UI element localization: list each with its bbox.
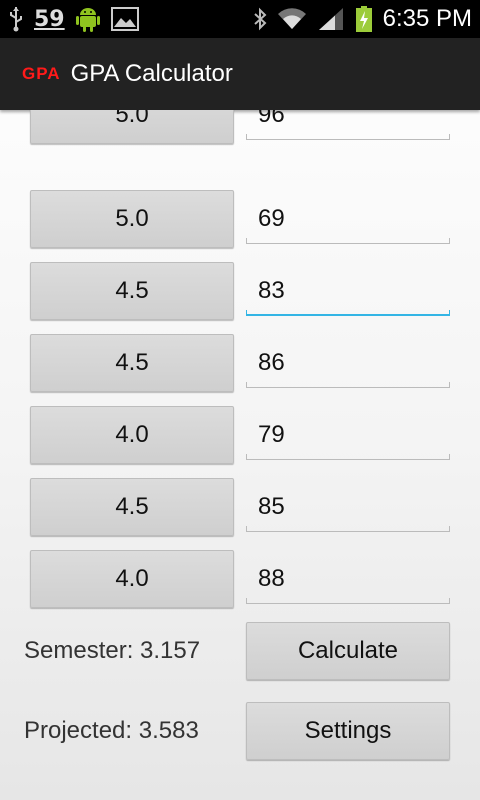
weight-button[interactable]: 4.5 <box>30 478 234 536</box>
weight-button[interactable]: 4.5 <box>30 334 234 392</box>
grade-input[interactable]: 69 <box>246 190 450 248</box>
weight-button[interactable]: 5.0 <box>30 110 234 144</box>
battery-charging-icon <box>355 5 373 33</box>
calculate-button[interactable]: Calculate <box>246 622 450 680</box>
weight-button[interactable]: 4.5 <box>30 262 234 320</box>
grade-input[interactable]: 96 <box>246 110 450 144</box>
semester-gpa-label: Semester: 3.157 <box>24 637 201 664</box>
status-bar: 59 6:35 PM <box>0 0 480 38</box>
course-row: 4.5 86 <box>0 334 480 394</box>
wifi-icon <box>277 7 307 31</box>
status-time: 6:35 PM <box>382 5 472 32</box>
grade-input[interactable]: 88 <box>246 550 450 608</box>
course-row: 4.5 85 <box>0 478 480 538</box>
settings-button[interactable]: Settings <box>246 702 450 760</box>
course-row: 5.0 96 <box>0 110 480 146</box>
course-row: 4.0 88 <box>0 550 480 610</box>
bluetooth-icon <box>253 7 267 31</box>
course-row: 5.0 69 <box>0 190 480 250</box>
signal-icon <box>317 7 345 31</box>
weight-button[interactable]: 4.0 <box>30 550 234 608</box>
grade-input-focused[interactable]: 83 <box>246 262 450 320</box>
course-list[interactable]: 5.0 96 5.0 69 4.5 83 4.5 86 4.0 79 4.5 8… <box>0 110 480 800</box>
grade-input[interactable]: 85 <box>246 478 450 536</box>
app-logo: GPA <box>22 64 61 83</box>
grade-input[interactable]: 86 <box>246 334 450 392</box>
notification-count: 59 <box>34 6 65 32</box>
android-icon <box>75 5 101 33</box>
action-bar: GPA GPA Calculator <box>0 38 480 110</box>
course-row: 4.5 83 <box>0 262 480 322</box>
weight-button[interactable]: 4.0 <box>30 406 234 464</box>
course-row: 4.0 79 <box>0 406 480 466</box>
projected-gpa-label: Projected: 3.583 <box>24 717 199 744</box>
grade-input[interactable]: 79 <box>246 406 450 464</box>
page-title: GPA Calculator <box>70 60 233 87</box>
usb-icon <box>8 6 24 32</box>
weight-button[interactable]: 5.0 <box>30 190 234 248</box>
image-icon <box>110 7 139 31</box>
